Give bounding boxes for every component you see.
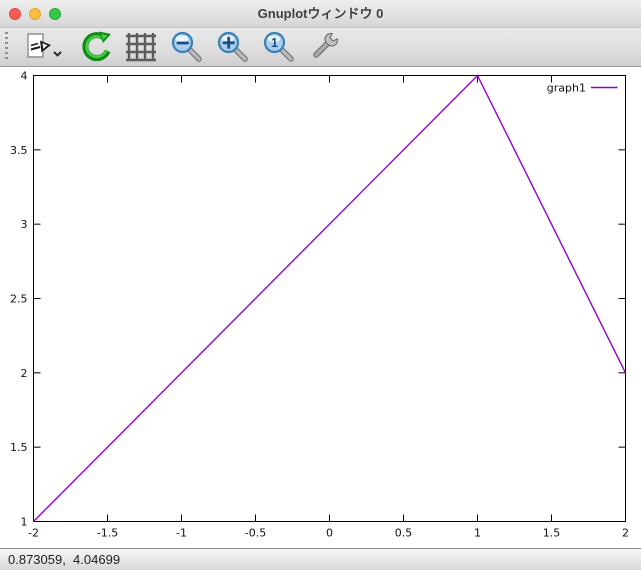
y-tick-label: 2 [21, 367, 28, 380]
window-title: Gnuplotウィンドウ 0 [257, 6, 384, 21]
y-tick-label: 3.5 [10, 144, 28, 157]
grid-icon [126, 33, 156, 62]
x-tick-label: 0.5 [395, 527, 413, 540]
legend-label: graph1 [547, 82, 586, 95]
y-tick-label: 4 [21, 70, 28, 83]
plot-svg[interactable]: -2 -1.5 -1 -0.5 0 0.5 1 1.5 2 1 1.5 2 2.5 3 3.5 4 graph1 [0, 67, 641, 548]
toolbar-drag-handle[interactable] [5, 32, 8, 62]
statusbar: 0.873059, 4.04699 [0, 548, 641, 570]
replot-button[interactable] [77, 29, 113, 65]
y-tick-label: 3 [21, 218, 28, 231]
wrench-icon [313, 33, 338, 58]
y-tick-label: 2.5 [10, 293, 28, 306]
zoom-out-icon [171, 31, 202, 62]
plot-border [33, 75, 626, 522]
zoom-out-button[interactable] [169, 29, 205, 65]
x-tick-label: 1.5 [543, 527, 561, 540]
plot-canvas[interactable]: -2 -1.5 -1 -0.5 0 0.5 1 1.5 2 1 1.5 2 2.5 3 3.5 4 graph1 [0, 67, 641, 548]
export-button[interactable] [21, 29, 67, 65]
zoom-reset-icon: 1 [263, 31, 294, 62]
x-tick-label: -1 [176, 527, 187, 540]
x-tick-label: 0 [326, 527, 333, 540]
data-line [33, 74, 627, 522]
replot-icon [82, 31, 111, 62]
zoom-in-icon [217, 31, 248, 62]
x-tick-label: -0.5 [245, 527, 266, 540]
y-tick-label: 1.5 [10, 441, 28, 454]
gnuplot-window: Gnuplotウィンドウ 0 1 -2 -1.5 -1 -0.5 0 0.5 1… [0, 0, 641, 570]
x-tick-label: 1 [474, 527, 481, 540]
zoom-reset-button[interactable]: 1 [261, 29, 297, 65]
x-tick-label: 2 [622, 527, 629, 540]
zoom-in-button[interactable] [215, 29, 251, 65]
mouse-coordinates: 0.873059, 4.04699 [8, 552, 121, 567]
options-button[interactable] [307, 29, 343, 65]
titlebar: Gnuplotウィンドウ 0 [0, 0, 641, 28]
toolbar: 1 [0, 28, 641, 67]
y-tick-label: 1 [21, 516, 28, 529]
grid-button[interactable] [123, 29, 159, 65]
svg-text:1: 1 [271, 36, 278, 50]
export-icon [27, 33, 62, 58]
x-tick-label: -2 [28, 527, 39, 540]
x-tick-label: -1.5 [97, 527, 118, 540]
